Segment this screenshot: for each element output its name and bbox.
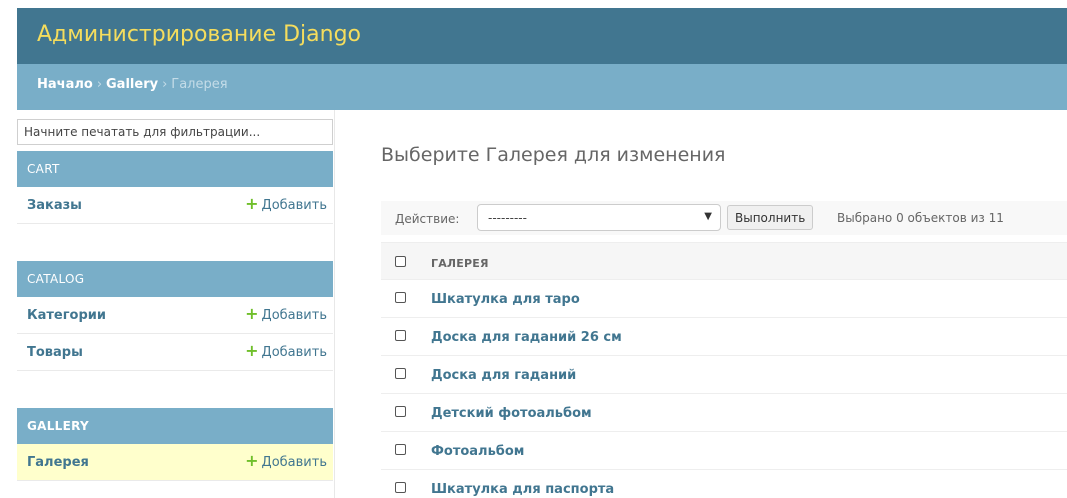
breadcrumb-current: Галерея bbox=[171, 77, 228, 92]
sidebar-item-orders: Заказы + Добавить bbox=[17, 187, 333, 224]
sidebar-item-label[interactable]: Галерея bbox=[27, 455, 89, 470]
row-link[interactable]: Фотоальбом bbox=[431, 444, 524, 459]
plus-icon: + bbox=[245, 194, 259, 213]
action-select[interactable]: --------- ▼ bbox=[477, 204, 721, 231]
site-title[interactable]: Администрирование Django bbox=[37, 22, 361, 47]
table-row: Детский фотоальбом bbox=[381, 394, 1067, 432]
table-row: Шкатулка для паспорта bbox=[381, 470, 1067, 498]
plus-icon: + bbox=[245, 341, 259, 360]
admin-page: Администрирование Django Начало › Gallery ›… bbox=[0, 0, 1067, 498]
breadcrumb-app-link[interactable]: Gallery bbox=[106, 77, 158, 92]
table-row: Доска для гаданий bbox=[381, 356, 1067, 394]
add-category-link[interactable]: + Добавить bbox=[245, 304, 327, 324]
module-caption-gallery[interactable]: GALLERY bbox=[17, 408, 333, 444]
page-title: Выберите Галерея для изменения bbox=[381, 144, 726, 166]
table-row: Доска для гаданий 26 см bbox=[381, 318, 1067, 356]
row-checkbox[interactable] bbox=[395, 368, 406, 379]
row-link[interactable]: Доска для гаданий bbox=[431, 368, 576, 383]
row-checkbox[interactable] bbox=[395, 482, 406, 493]
sidebar-filter-input[interactable] bbox=[17, 119, 333, 145]
breadcrumb-separator: › bbox=[162, 77, 168, 92]
row-checkbox[interactable] bbox=[395, 406, 406, 417]
sidebar-item-label[interactable]: Заказы bbox=[27, 198, 82, 213]
add-link-label: Добавить bbox=[261, 308, 327, 323]
row-link[interactable]: Шкатулка для таро bbox=[431, 292, 580, 307]
actions-bar: Действие: --------- ▼ Выполнить Выбрано … bbox=[381, 201, 1067, 235]
add-link-label: Добавить bbox=[261, 455, 327, 470]
breadcrumb-separator: › bbox=[96, 77, 103, 92]
add-product-link[interactable]: + Добавить bbox=[245, 341, 327, 361]
sidebar-item-label[interactable]: Товары bbox=[27, 345, 83, 360]
add-gallery-link[interactable]: + Добавить bbox=[245, 451, 327, 471]
add-order-link[interactable]: + Добавить bbox=[245, 194, 327, 214]
row-checkbox[interactable] bbox=[395, 292, 406, 303]
sidebar-nav: CART Заказы +Добавить CATALOG Категории … bbox=[17, 110, 335, 498]
table-row: Шкатулка для таро bbox=[381, 280, 1067, 318]
breadcrumb: Начало › Gallery › Галерея bbox=[17, 64, 1067, 110]
sidebar-item-gallery: Галерея + Добавить bbox=[17, 444, 333, 481]
column-header-gallery[interactable]: ГАЛЕРЕЯ bbox=[431, 257, 489, 270]
row-checkbox[interactable] bbox=[395, 330, 406, 341]
plus-icon: + bbox=[245, 304, 259, 323]
add-link-label: Добавить bbox=[261, 345, 327, 360]
run-action-button[interactable]: Выполнить bbox=[727, 205, 814, 230]
row-link[interactable]: Шкатулка для паспорта bbox=[431, 482, 614, 497]
module-caption-cart[interactable]: CART bbox=[17, 151, 333, 187]
chevron-down-icon: ▼ bbox=[704, 211, 712, 222]
row-checkbox[interactable] bbox=[395, 444, 406, 455]
add-link-label: Добавить bbox=[261, 198, 327, 213]
table-header: ГАЛЕРЕЯ bbox=[381, 242, 1067, 280]
action-label: Действие: bbox=[395, 212, 460, 226]
main-content: Выберите Галерея для изменения Действие:… bbox=[365, 110, 1067, 498]
row-link[interactable]: Доска для гаданий 26 см bbox=[431, 330, 622, 345]
select-all-checkbox[interactable] bbox=[395, 256, 406, 267]
selected-count: Выбрано 0 объектов из 11 bbox=[837, 211, 1004, 225]
module-caption-catalog[interactable]: CATALOG bbox=[17, 261, 333, 297]
sidebar-item-label[interactable]: Категории bbox=[27, 308, 106, 323]
table-row: Фотоальбом bbox=[381, 432, 1067, 470]
header: Администрирование Django bbox=[17, 8, 1067, 64]
sidebar-item-categories: Категории + Добавить bbox=[17, 297, 333, 334]
sidebar-item-products: Товары + Добавить bbox=[17, 334, 333, 371]
breadcrumb-home-link[interactable]: Начало bbox=[37, 77, 93, 92]
action-select-value: --------- bbox=[488, 211, 527, 225]
plus-icon: + bbox=[245, 451, 259, 470]
row-link[interactable]: Детский фотоальбом bbox=[431, 406, 592, 421]
